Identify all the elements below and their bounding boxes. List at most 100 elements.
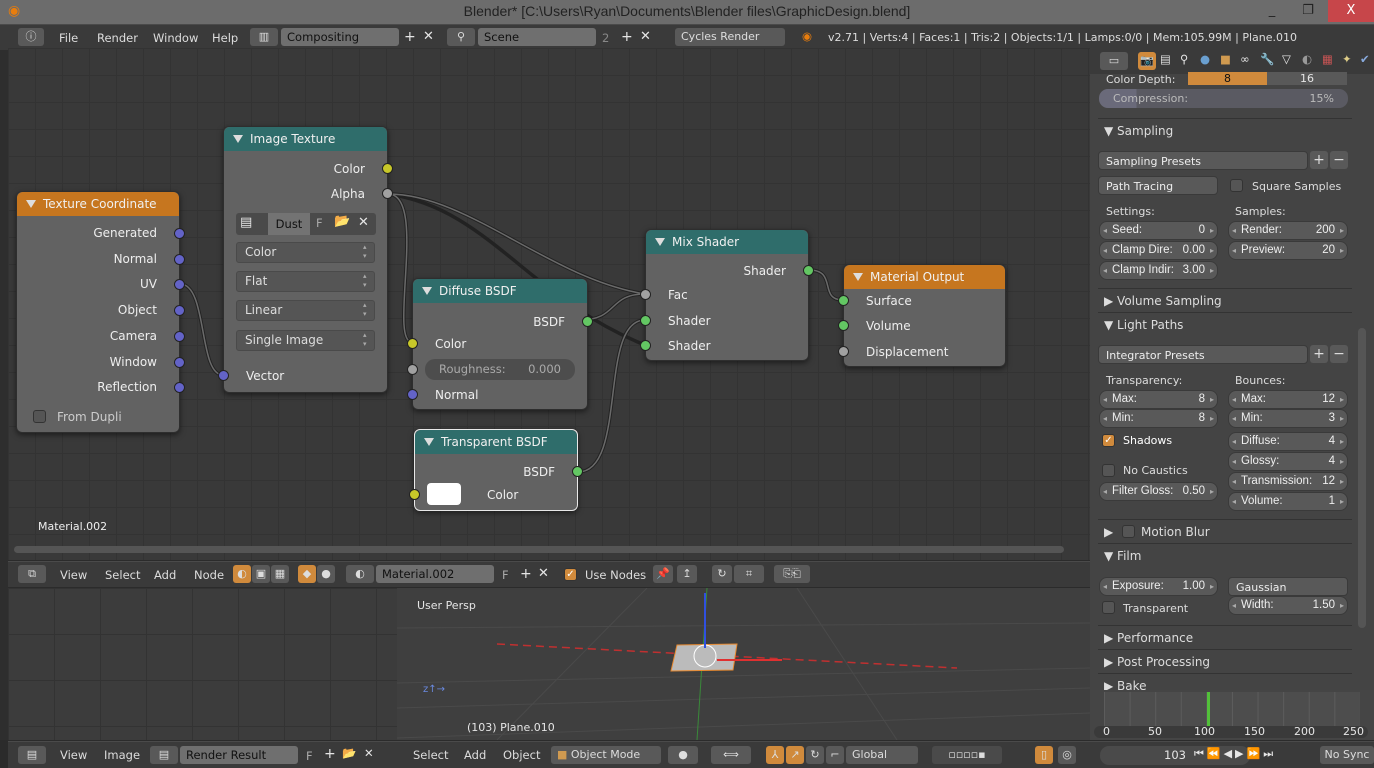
socket-color[interactable] (409, 489, 420, 500)
transform-orientation-dropdown[interactable]: Global (846, 746, 918, 764)
menu-view[interactable]: View (60, 748, 87, 762)
render-tab-icon[interactable]: 📷 (1138, 52, 1156, 70)
object-shader-icon[interactable]: ◆ (298, 565, 316, 583)
socket-displacement[interactable] (838, 346, 849, 357)
world-shader-icon[interactable]: ● (317, 565, 335, 583)
color-depth-16[interactable]: 16 (1267, 72, 1347, 85)
menu-select[interactable]: Select (105, 568, 140, 582)
from-dupli-checkbox[interactable] (33, 410, 46, 423)
menu-add[interactable]: Add (154, 568, 176, 582)
remove-preset-button[interactable]: − (1330, 345, 1348, 363)
playback-controls[interactable]: ⏮⏪◀▶⏩⏭ (1194, 747, 1276, 761)
unlink-material-icon[interactable]: ✕ (538, 566, 549, 581)
socket-shader-2[interactable] (640, 340, 651, 351)
panel-post-processing[interactable]: ▶ Post Processing (1098, 649, 1352, 673)
copy-paste-icon[interactable]: ⎘⎗ (774, 565, 810, 583)
menu-object[interactable]: Object (503, 748, 540, 762)
socket-uv[interactable] (174, 279, 185, 290)
pin-icon[interactable]: 📌 (653, 565, 673, 583)
material-browse-icon[interactable]: ◐ (346, 565, 374, 583)
exposure-field[interactable]: Exposure: 1.00 (1099, 577, 1218, 596)
panel-bake[interactable]: ▶ Bake (1098, 673, 1352, 690)
delete-scene-icon[interactable]: ✕ (640, 29, 651, 44)
roughness-field[interactable]: Roughness: 0.000 (425, 359, 575, 380)
physics-tab-icon[interactable]: ✔ (1360, 52, 1370, 66)
panel-performance[interactable]: ▶ Performance (1098, 625, 1352, 649)
open-image-icon[interactable]: 📂 (334, 214, 350, 229)
unlink-image-icon[interactable]: ✕ (364, 746, 374, 760)
socket-window[interactable] (174, 357, 185, 368)
add-preset-button[interactable]: + (1310, 151, 1328, 169)
socket-shader-out[interactable] (803, 265, 814, 276)
data-tab-icon[interactable]: ▽ (1282, 52, 1291, 66)
add-screen-icon[interactable]: + (404, 29, 416, 45)
integrator-dropdown[interactable]: Path Tracing (1098, 176, 1218, 195)
panel-motion-blur[interactable]: ▶ Motion Blur (1098, 519, 1352, 543)
remove-preset-button[interactable]: − (1330, 151, 1348, 169)
image-field[interactable]: Render Result (180, 746, 298, 764)
no-caustics-checkbox[interactable] (1102, 464, 1115, 477)
socket-camera[interactable] (174, 331, 185, 342)
menu-image[interactable]: Image (104, 748, 140, 762)
shadows-checkbox[interactable]: ✓ (1102, 434, 1115, 447)
node-material-output[interactable]: Material Output Surface Volume Displacem… (838, 264, 1006, 367)
scene-icon[interactable]: ⚲ (447, 28, 475, 46)
image-browse-icon[interactable]: ▤ (150, 746, 178, 764)
image-editor[interactable] (8, 588, 397, 740)
socket-normal[interactable] (407, 389, 418, 400)
render-engine-dropdown[interactable]: Cycles Render (675, 28, 785, 46)
socket-roughness[interactable] (407, 364, 418, 375)
world-tab-icon[interactable]: ● (1200, 52, 1210, 66)
image-name-field[interactable]: Dust (268, 213, 310, 235)
properties-scrollbar[interactable] (1358, 328, 1366, 628)
socket-fac[interactable] (640, 289, 651, 300)
menu-select[interactable]: Select (413, 748, 448, 762)
render-samples-field[interactable]: Render: 200 (1228, 221, 1348, 240)
panel-sampling[interactable]: ▼ Sampling (1098, 118, 1352, 142)
rotate-manipulator-icon[interactable]: ↻ (806, 746, 824, 764)
editor-type-icon[interactable]: ⧉ (18, 565, 46, 583)
menu-window[interactable]: Window (153, 31, 198, 45)
color-swatch[interactable] (427, 483, 461, 505)
preview-samples-field[interactable]: Preview: 20 (1228, 241, 1348, 260)
material-field[interactable]: Material.002 (376, 565, 494, 583)
sampling-presets-dropdown[interactable]: Sampling Presets (1098, 151, 1308, 170)
film-transparent-checkbox[interactable] (1102, 601, 1115, 614)
render-layers-tab-icon[interactable]: ▤ (1160, 52, 1171, 66)
filter-type-dropdown[interactable]: Gaussian (1228, 577, 1348, 596)
filter-gloss-field[interactable]: Filter Gloss: 0.50 (1099, 482, 1218, 501)
shader-nodes-icon[interactable]: ◐ (233, 565, 251, 583)
interpolation-dropdown[interactable]: Linear (236, 300, 375, 321)
timeline[interactable]: 0 50 100 150 200 250 (1090, 690, 1374, 740)
clamp-indirect-field[interactable]: Clamp Indir: 3.00 (1099, 261, 1218, 280)
compositing-nodes-icon[interactable]: ▣ (252, 565, 270, 583)
integrator-presets-dropdown[interactable]: Integrator Presets (1098, 345, 1308, 364)
diffuse-bounces-field[interactable]: Diffuse: 4 (1228, 432, 1348, 451)
open-image-icon[interactable]: 📂 (342, 746, 356, 760)
viewport-shading-dropdown[interactable]: ● (668, 746, 698, 764)
timeline-scrollbar[interactable] (1094, 726, 1368, 738)
add-material-icon[interactable]: + (520, 566, 532, 582)
glossy-bounces-field[interactable]: Glossy: 4 (1228, 452, 1348, 471)
socket-object[interactable] (174, 305, 185, 316)
node-texture-coordinate[interactable]: Texture Coordinate Generated Normal UV O… (16, 191, 185, 433)
socket-color[interactable] (382, 163, 393, 174)
panel-volume-sampling[interactable]: ▶ Volume Sampling (1098, 288, 1352, 312)
square-samples-checkbox[interactable] (1230, 179, 1243, 192)
unlink-image-icon[interactable]: ✕ (358, 215, 369, 230)
use-nodes-checkbox[interactable]: ✓ (564, 568, 577, 581)
motion-blur-checkbox[interactable] (1122, 525, 1135, 538)
fake-user-button[interactable]: F (502, 568, 509, 582)
node-editor-canvas[interactable]: Texture Coordinate Generated Normal UV O… (8, 48, 1090, 560)
mode-dropdown[interactable]: ■ Object Mode (551, 746, 661, 764)
socket-generated[interactable] (174, 228, 185, 239)
scale-manipulator-icon[interactable]: ⌐ (826, 746, 844, 764)
image-selector[interactable]: ▤ Dust F 📂 ✕ (236, 213, 376, 235)
menu-file[interactable]: File (59, 31, 78, 45)
projection-dropdown[interactable]: Flat (236, 271, 375, 292)
editor-type-icon[interactable]: ▭ (1100, 52, 1128, 70)
node-image-texture[interactable]: Image Texture Color Alpha ▤ Dust F 📂 ✕ C… (218, 126, 393, 393)
layers-buttons[interactable]: ▫▫▫▫▪ (932, 746, 1002, 764)
menu-help[interactable]: Help (212, 31, 238, 45)
minimize-button[interactable]: _ (1256, 0, 1288, 22)
